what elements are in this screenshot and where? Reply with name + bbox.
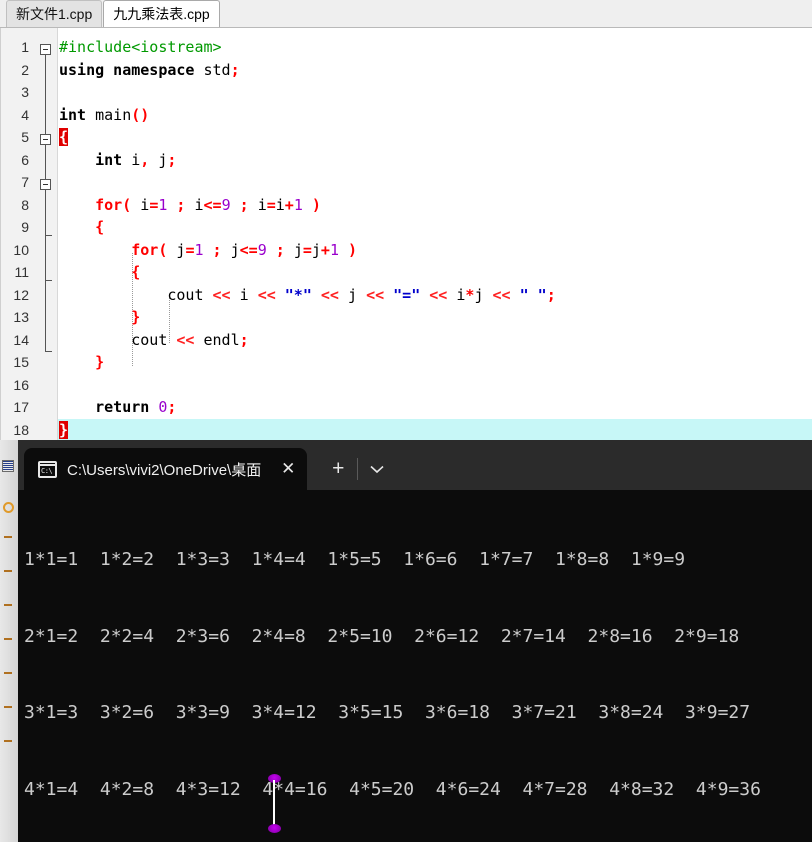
command-prompt-icon xyxy=(38,460,57,478)
code-row-17: 17 return 0; xyxy=(1,396,812,419)
editor-tab-1[interactable]: 新文件1.cpp xyxy=(6,0,103,27)
log-entry-marker xyxy=(4,536,12,538)
output-row-4: 4*1=4 4*2=8 4*3=12 4*4=16 4*5=20 4*6=24 … xyxy=(24,778,783,800)
code-lines: 1 #include<iostream> 2 using namespace s… xyxy=(1,28,812,440)
code-line-9[interactable]: { xyxy=(59,216,104,239)
code-line-14[interactable]: cout << endl; xyxy=(59,329,248,352)
log-panel-icon xyxy=(2,460,14,472)
line-number: 9 xyxy=(21,219,29,235)
code-row-12: 12 cout << i << "*" << j << "=" << i*j <… xyxy=(1,284,812,307)
line-number: 16 xyxy=(13,376,29,393)
log-entry-marker xyxy=(4,706,12,708)
code-line-12[interactable]: cout << i << "*" << j << "=" << i*j << "… xyxy=(59,284,555,307)
line-number: 12 xyxy=(13,286,29,303)
code-line-10[interactable]: for( j=1 ; j<=9 ; j=j+1 ) xyxy=(59,239,357,262)
terminal-tab[interactable]: C:\Users\vivi2\OneDrive\桌面 ✕ xyxy=(24,448,308,490)
line-number: 13 xyxy=(13,309,29,325)
toolbar-divider xyxy=(357,458,359,480)
code-line-6[interactable]: int i, j; xyxy=(59,149,176,172)
code-row-9: 9 { xyxy=(1,216,812,239)
code-row-8: 8 for( i=1 ; i<=9 ; i=i+1 ) xyxy=(1,194,812,217)
line-number: 10 xyxy=(13,241,29,258)
code-row-13: 13 } xyxy=(1,306,812,329)
code-line-18[interactable]: } xyxy=(59,419,69,441)
code-line-5[interactable]: { xyxy=(59,126,69,149)
code-row-11: 11 { xyxy=(1,261,812,284)
current-line-highlight xyxy=(58,418,812,440)
chevron-down-icon[interactable] xyxy=(360,452,394,486)
code-row-16: 16 xyxy=(1,374,812,397)
line-number: 5 xyxy=(21,129,29,145)
log-entry-marker xyxy=(4,740,12,742)
terminal-window: C:\Users\vivi2\OneDrive\桌面 ✕ + 1*1=1 1*2… xyxy=(18,440,812,842)
code-row-2: 2 using namespace std; xyxy=(1,59,812,82)
code-row-10: 10 for( j=1 ; j<=9 ; j=j+1 ) xyxy=(1,239,812,262)
code-line-4[interactable]: int main() xyxy=(59,104,149,127)
log-entry-marker xyxy=(4,604,12,606)
code-row-7: 7 xyxy=(1,171,812,194)
selection-handle-bottom[interactable] xyxy=(268,824,281,833)
log-entry-marker xyxy=(4,672,12,674)
code-line-1[interactable]: #include<iostream> xyxy=(59,36,222,59)
code-line-11[interactable]: { xyxy=(59,261,140,284)
terminal-output[interactable]: 1*1=1 1*2=2 1*3=3 1*4=4 1*5=5 1*6=6 1*7=… xyxy=(18,490,812,842)
code-row-18: 18 } xyxy=(1,418,812,441)
line-number: 17 xyxy=(13,399,29,415)
line-number: 6 xyxy=(21,151,29,168)
close-icon[interactable]: ✕ xyxy=(275,456,301,482)
output-row-3: 3*1=3 3*2=6 3*3=9 3*4=12 3*5=15 3*6=18 3… xyxy=(24,702,772,723)
line-number: 4 xyxy=(21,106,29,123)
code-row-6: 6 int i, j; xyxy=(1,149,812,172)
log-entry-marker xyxy=(4,638,12,640)
code-line-17[interactable]: return 0; xyxy=(59,396,176,419)
editor-tab-2[interactable]: 九九乘法表.cpp xyxy=(103,0,220,27)
output-row-1: 1*1=1 1*2=2 1*3=3 1*4=4 1*5=5 1*6=6 1*7=… xyxy=(24,549,707,570)
compiler-log-panel[interactable] xyxy=(0,440,19,842)
line-number: 7 xyxy=(21,174,29,190)
line-number: 11 xyxy=(14,264,29,280)
code-row-3: 3 xyxy=(1,81,812,104)
new-tab-button[interactable]: + xyxy=(321,452,355,486)
terminal-tab-bar: C:\Users\vivi2\OneDrive\桌面 ✕ + xyxy=(18,440,812,490)
code-row-14: 14 cout << endl; xyxy=(1,329,812,352)
line-number: 15 xyxy=(13,354,29,370)
editor-tab-bar: 新文件1.cpp 九九乘法表.cpp xyxy=(0,0,812,28)
line-number: 1 xyxy=(21,39,29,55)
code-row-4: 4 int main() xyxy=(1,104,812,127)
line-number: 8 xyxy=(21,196,29,213)
code-line-13[interactable]: } xyxy=(59,306,140,329)
code-editor[interactable]: 1 #include<iostream> 2 using namespace s… xyxy=(0,28,812,440)
screen: 新文件1.cpp 九九乘法表.cpp 1 #include<iostream> … xyxy=(0,0,812,842)
line-number: 3 xyxy=(21,84,29,100)
code-line-8[interactable]: for( i=1 ; i<=9 ; i=i+1 ) xyxy=(59,194,321,217)
selection-bar xyxy=(273,780,275,827)
log-status-icon xyxy=(3,502,14,513)
log-entry-marker xyxy=(4,570,12,572)
code-row-15: 15 } xyxy=(1,351,812,374)
output-row-2: 2*1=2 2*2=4 2*3=6 2*4=8 2*5=10 2*6=12 2*… xyxy=(24,625,761,647)
line-number: 14 xyxy=(13,331,29,348)
line-number: 18 xyxy=(13,421,29,438)
code-row-5: 5 { xyxy=(1,126,812,149)
code-line-2[interactable]: using namespace std; xyxy=(59,59,240,82)
terminal-tab-title: C:\Users\vivi2\OneDrive\桌面 xyxy=(67,461,262,479)
code-row-1: 1 #include<iostream> xyxy=(1,36,812,59)
line-number: 2 xyxy=(21,61,29,78)
code-line-15[interactable]: } xyxy=(59,351,104,374)
